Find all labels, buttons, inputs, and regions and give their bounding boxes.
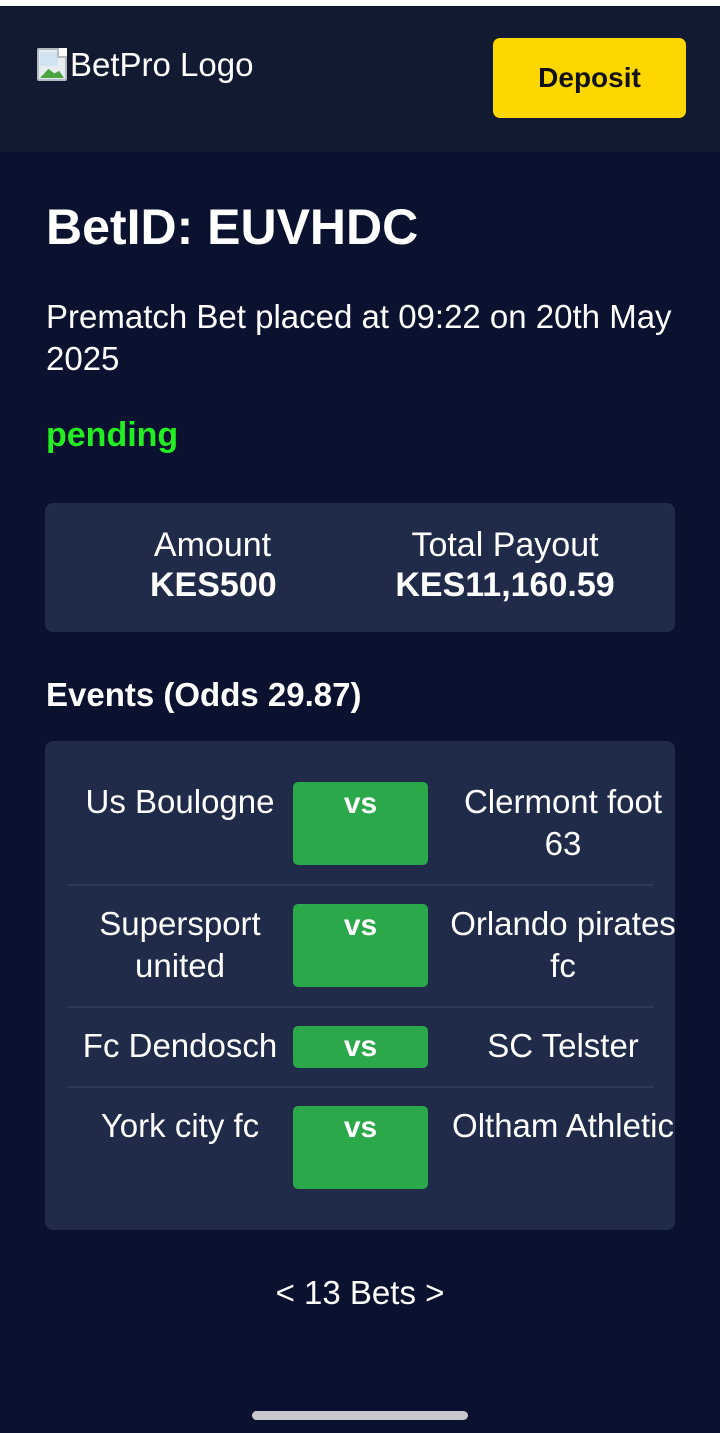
payout-value: KES11,160.59 <box>395 566 615 604</box>
events-list: Us Boulogne vs Clermont foot 63 Superspo… <box>45 741 676 1230</box>
bet-placed-info: Prematch Bet placed at 09:22 on 20th May… <box>46 298 672 377</box>
bet-status: pending <box>46 416 179 454</box>
away-team: Oltham Athletic <box>452 1107 674 1144</box>
away-team: Orlando pirates fc <box>450 905 676 984</box>
bets-pager: < 13 Bets > <box>0 1274 720 1312</box>
vs-badge: vs <box>293 904 428 987</box>
vs-badge: vs <box>293 1106 428 1189</box>
bet-summary-card: Amount KES500 Total Payout KES11,160.59 <box>45 503 675 632</box>
home-team: Us Boulogne <box>85 783 275 820</box>
payout-label: Total Payout <box>411 526 599 564</box>
betpro-logo[interactable]: BetPro Logo <box>34 45 253 85</box>
pager-prev-button[interactable]: < <box>276 1274 295 1311</box>
pager-label: 13 Bets <box>304 1274 416 1311</box>
deposit-button[interactable]: Deposit <box>493 38 686 118</box>
top-bar: BetPro Logo Deposit <box>0 6 720 152</box>
amount-value: KES500 <box>150 566 277 604</box>
home-team: York city fc <box>100 1107 260 1144</box>
logo-alt-text: BetPro Logo <box>70 46 254 83</box>
home-team: Supersport united <box>99 905 261 984</box>
amount-label: Amount <box>153 526 272 564</box>
away-team: Clermont foot 63 <box>463 783 663 862</box>
home-team: Fc Dendosch <box>82 1027 278 1064</box>
broken-image-icon <box>34 46 70 82</box>
vs-badge: vs <box>293 782 428 865</box>
event-divider <box>68 1006 653 1008</box>
event-divider <box>68 884 653 886</box>
payout-block: Total Payout KES11,160.59 <box>390 525 620 605</box>
home-indicator[interactable] <box>252 1411 468 1420</box>
bet-id-title: BetID: EUVHDC <box>46 199 419 255</box>
events-heading: Events (Odds 29.87) <box>46 676 362 713</box>
amount-block: Amount KES500 <box>150 525 277 605</box>
event-divider <box>68 1086 653 1088</box>
away-team: SC Telster <box>487 1027 639 1064</box>
vs-badge: vs <box>293 1026 428 1068</box>
pager-next-button[interactable]: > <box>425 1274 444 1311</box>
